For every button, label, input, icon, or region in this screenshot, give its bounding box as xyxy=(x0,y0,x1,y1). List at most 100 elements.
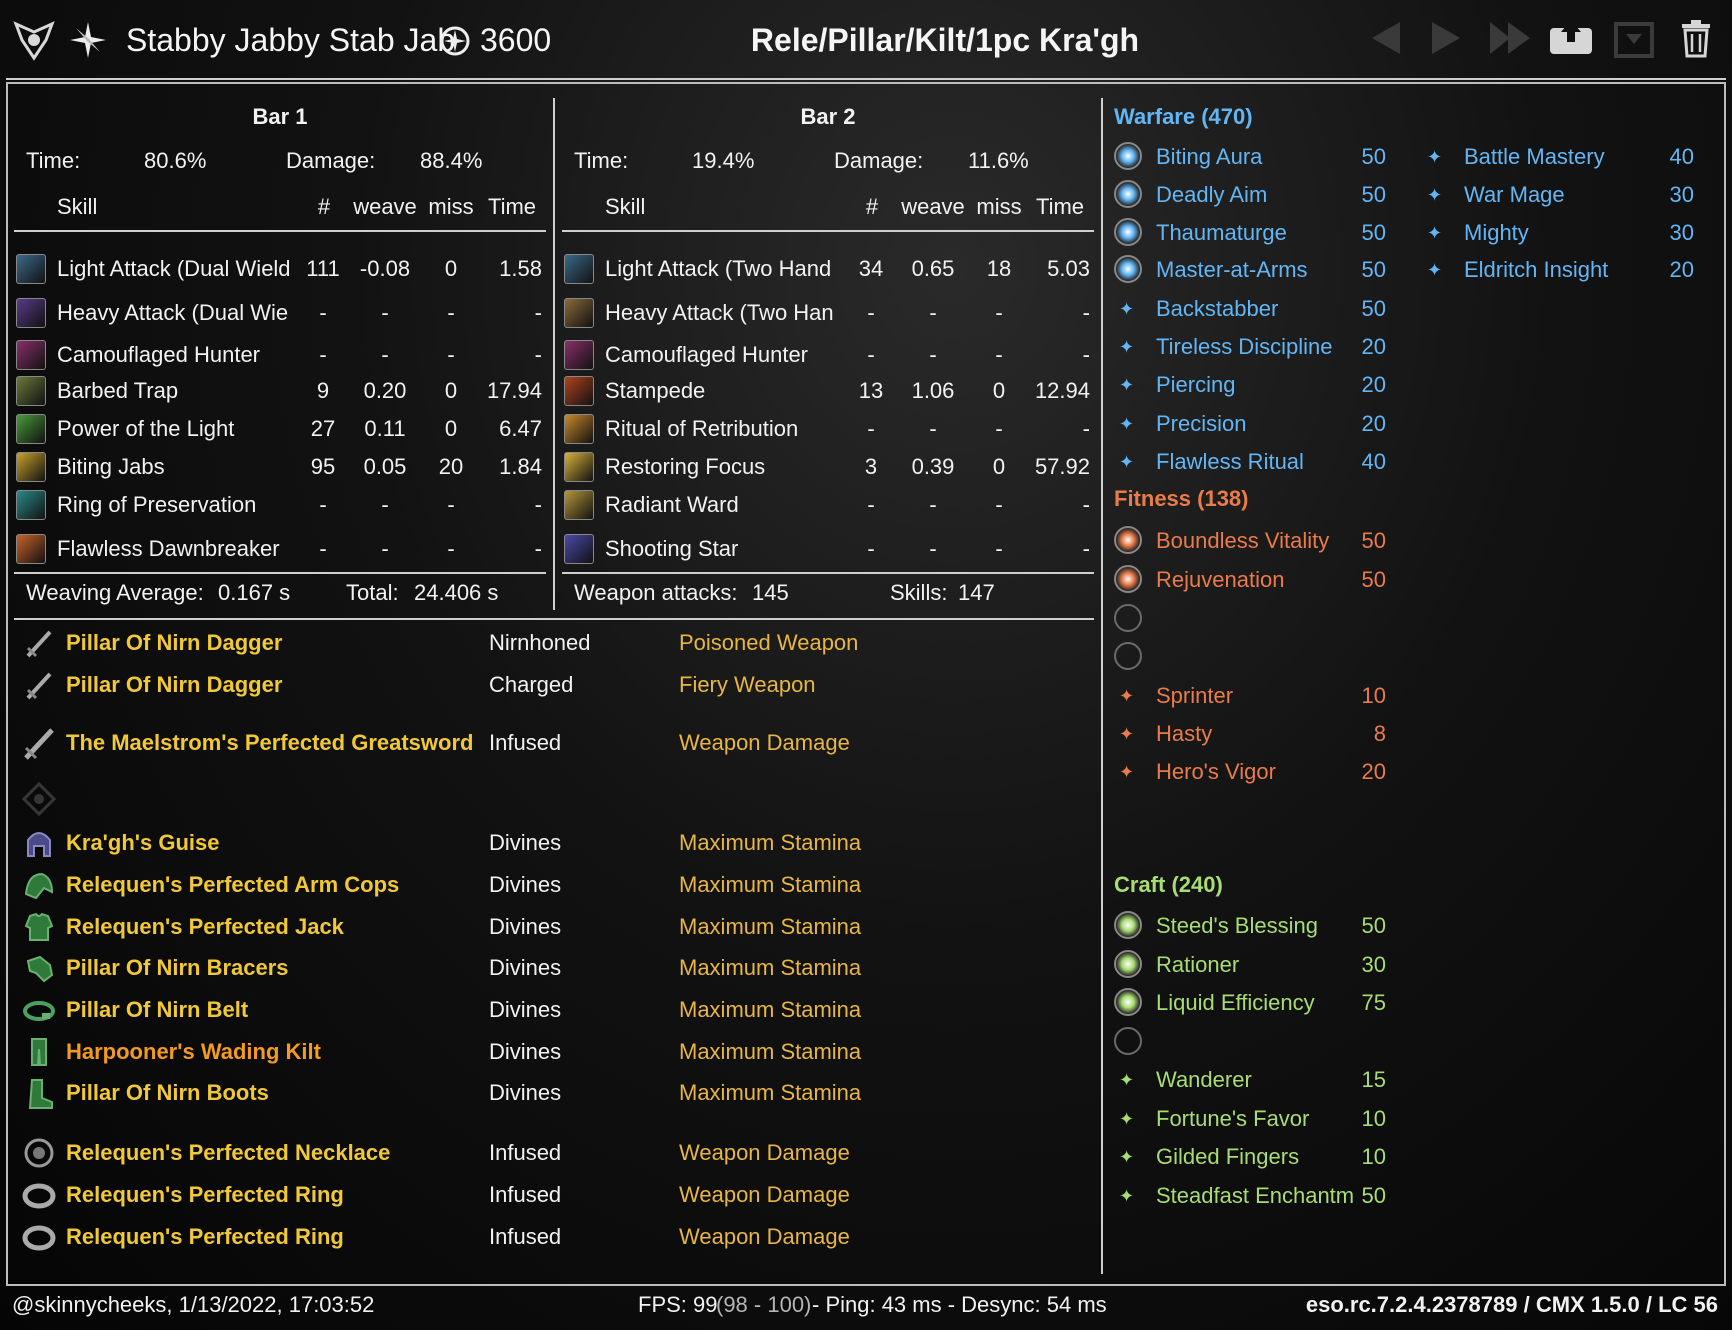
skill-icon xyxy=(16,534,46,564)
download-icon xyxy=(1614,22,1654,58)
cp-value: 40 xyxy=(1669,144,1694,169)
gear-trait: Divines xyxy=(489,830,562,855)
skill-miss: - xyxy=(995,536,1003,561)
gear-row: Pillar Of Nirn Belt Divines Maximum Stamin… xyxy=(14,993,1094,1033)
skill-count: - xyxy=(867,416,875,441)
bar1-title: Bar 1 xyxy=(252,104,308,129)
cp-row: Master-at-Arms 50 xyxy=(1108,253,1408,287)
skill-row: Flawless Dawnbreaker - - - - xyxy=(14,532,546,568)
skill-count: 95 xyxy=(310,454,336,479)
gear-name[interactable]: Pillar Of Nirn Boots xyxy=(66,1080,269,1106)
bar1-col-time: Time xyxy=(487,194,537,219)
skill-name: Power of the Light xyxy=(57,416,235,441)
cp-value: 50 xyxy=(1361,567,1386,592)
bar2-damage-value: 11.6% xyxy=(968,148,1029,173)
skill-icon xyxy=(564,534,594,564)
empty-slot-icon xyxy=(1114,604,1142,632)
gear-name[interactable]: The Maelstrom's Perfected Greatsword xyxy=(66,730,473,756)
cp-row: ✦ Hasty 8 xyxy=(1108,717,1408,751)
skill-count: 34 xyxy=(858,256,884,281)
gear-row: Kra'gh's Guise Divines Maximum Stamina xyxy=(14,826,1094,866)
cp-row: ✦ Hero's Vigor 20 xyxy=(1108,755,1408,789)
dagger-icon xyxy=(22,668,56,702)
gear-name[interactable]: Harpooner's Wading Kilt xyxy=(66,1039,321,1065)
bar2-panel: Bar 2 Time: 19.4% Damage: 11.6% Skill # … xyxy=(562,96,1094,616)
skill-time: - xyxy=(1082,536,1090,561)
skill-name: Light Attack (Two Hand xyxy=(605,256,832,281)
gear-name[interactable]: Relequen's Perfected Ring xyxy=(66,1224,344,1250)
cp-row: ✦ Mighty 30 xyxy=(1416,216,1716,250)
skill-icon xyxy=(16,490,46,520)
bar2-col-count: # xyxy=(865,194,879,219)
cp-slot-icon xyxy=(1114,142,1142,170)
skill-row: Light Attack (Two Hand 34 0.65 18 5.03 xyxy=(562,252,1094,288)
bar2-footer-label1: Weapon attacks: xyxy=(574,580,738,605)
cp-star-icon: ✦ xyxy=(1119,762,1135,782)
cp-row: ✦ Eldritch Insight 20 xyxy=(1416,253,1716,287)
gear-row: Pillar Of Nirn Boots Divines Maximum Stami… xyxy=(14,1076,1094,1116)
bar1-footer-value1: 0.167 s xyxy=(218,580,291,605)
skill-icon xyxy=(564,376,594,406)
cp-star-icon: ✦ xyxy=(1119,686,1135,706)
fitness-title: Fitness (138) xyxy=(1114,486,1249,511)
cp-value: 30 xyxy=(1669,182,1694,207)
skill-icon xyxy=(16,340,46,370)
cp-value: 50 xyxy=(1361,144,1386,169)
gear-name[interactable]: Kra'gh's Guise xyxy=(66,830,220,856)
last-fight-button[interactable] xyxy=(1486,18,1534,66)
cp-row: Rejuvenation 50 xyxy=(1108,563,1408,597)
skill-icon xyxy=(16,452,46,482)
empty-slot-icon xyxy=(1114,1027,1142,1055)
footer-fps: FPS: 99 xyxy=(638,1292,718,1317)
skill-weave: 0.65 xyxy=(911,256,955,281)
dagger-icon xyxy=(22,626,56,660)
bar2-col-skill: Skill xyxy=(605,194,646,219)
title-bar: Stabby Jabby Stab Jab 3600 Rele/Pillar/K… xyxy=(0,0,1732,80)
gear-name[interactable]: Relequen's Perfected Arm Cops xyxy=(66,872,399,898)
skill-weave: - xyxy=(929,300,937,325)
cp-star-icon: ✦ xyxy=(1119,375,1135,395)
warfare-title: Warfare (470) xyxy=(1114,104,1253,129)
upload-button[interactable] xyxy=(1548,18,1594,66)
legs-icon xyxy=(22,1035,56,1069)
cp-name: Biting Aura xyxy=(1156,144,1263,169)
cp-star-icon: ✦ xyxy=(1119,414,1135,434)
bar2-footer-label2: Skills: xyxy=(890,580,948,605)
skill-name: Heavy Attack (Two Han xyxy=(605,300,834,325)
cp-star-icon: ✦ xyxy=(1119,337,1135,357)
cp-divider xyxy=(1101,98,1103,1274)
craft-title: Craft (240) xyxy=(1114,872,1223,897)
skill-icon xyxy=(564,298,594,328)
gear-name[interactable]: Pillar Of Nirn Belt xyxy=(66,997,248,1023)
skill-row: Radiant Ward - - - - xyxy=(562,488,1094,524)
skill-count: - xyxy=(867,342,875,367)
next-fight-button[interactable] xyxy=(1428,18,1464,66)
gear-top-line xyxy=(14,618,1094,620)
skill-row: Barbed Trap 9 0.20 0 17.94 xyxy=(14,374,546,410)
gear-panel: Pillar Of Nirn Dagger Nirnhoned Poisoned W… xyxy=(14,626,1094,1276)
skill-miss: - xyxy=(447,300,455,325)
skill-name: Shooting Star xyxy=(605,536,739,561)
gear-name[interactable]: Relequen's Perfected Jack xyxy=(66,914,344,940)
empty-poison-slot-icon xyxy=(21,781,57,817)
skill-row: Heavy Attack (Two Han - - - - xyxy=(562,296,1094,332)
gear-name[interactable]: Pillar Of Nirn Dagger xyxy=(66,630,282,656)
gear-name[interactable]: Relequen's Perfected Necklace xyxy=(66,1140,390,1166)
previous-fight-button[interactable] xyxy=(1368,18,1404,66)
cp-row: ✦ War Mage 30 xyxy=(1416,178,1716,212)
gear-name[interactable]: Relequen's Perfected Ring xyxy=(66,1182,344,1208)
gear-trait: Divines xyxy=(489,914,562,939)
skill-time: - xyxy=(534,342,542,367)
gear-trait: Divines xyxy=(489,872,562,897)
gear-enchant: Weapon Damage xyxy=(679,1140,850,1165)
save-button[interactable] xyxy=(1612,18,1656,66)
ring-icon xyxy=(22,1220,56,1254)
cp-name: Hero's Vigor xyxy=(1156,759,1276,784)
gear-enchant: Maximum Stamina xyxy=(679,955,862,980)
delete-button[interactable] xyxy=(1678,18,1714,66)
cp-star-icon: ✦ xyxy=(1119,1109,1135,1129)
gear-name[interactable]: Pillar Of Nirn Dagger xyxy=(66,672,282,698)
gloves-icon xyxy=(22,951,56,985)
cp-name: Hasty xyxy=(1156,721,1213,746)
gear-name[interactable]: Pillar Of Nirn Bracers xyxy=(66,955,289,981)
